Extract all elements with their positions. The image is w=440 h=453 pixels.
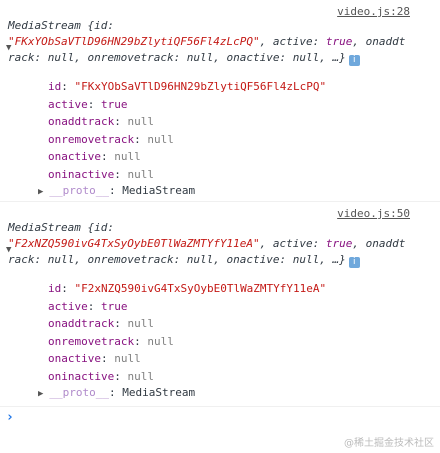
property-list: id: "FKxYObSaVTlD96HN29bZlytiQF56Fl4zLcP…: [48, 78, 326, 183]
property-row: id: "F2xNZQ590ivG4TxSyOybE0TlWaZMTYfY11e…: [48, 282, 327, 295]
preview-id: FKxYObSaVTlD96HN29bZlytiQF56Fl4zLcPQ: [14, 35, 254, 48]
console-message-1: video.js:28 ▼ MediaStream {id: "FKxYObSa…: [0, 0, 440, 202]
property-row: active: true: [48, 97, 128, 111]
proto-row[interactable]: ▶ __proto__: MediaStream: [38, 184, 195, 197]
object-preview[interactable]: ▼ MediaStream {id: "F2xNZQ590ivG4TxSyOyb…: [6, 220, 408, 268]
type-name: MediaStream: [8, 19, 81, 32]
console-message-2: video.js:50 ▼ MediaStream {id: "F2xNZQ59…: [0, 202, 440, 407]
property-row: onaddtrack: null: [48, 115, 154, 128]
triangle-expanded-icon[interactable]: ▼: [6, 40, 11, 56]
watermark: @稀土掘金技术社区: [344, 438, 434, 449]
info-icon: i: [348, 55, 360, 66]
triangle-expanded-icon[interactable]: ▼: [6, 242, 11, 258]
preview-id: F2xNZQ590ivG4TxSyOybE0TlWaZMTYfY11eA: [14, 237, 254, 250]
source-link[interactable]: video.js:50: [337, 207, 410, 220]
property-row: active: true: [48, 299, 128, 313]
property-row: id: "FKxYObSaVTlD96HN29bZlytiQF56Fl4zLcP…: [48, 80, 327, 93]
property-row: onaddtrack: null: [48, 317, 154, 330]
source-link[interactable]: video.js:28: [337, 5, 410, 18]
triangle-collapsed-icon[interactable]: ▶: [38, 389, 43, 399]
info-icon: i: [348, 257, 360, 268]
triangle-collapsed-icon[interactable]: ▶: [38, 187, 43, 197]
property-row: oninactive: null: [48, 369, 154, 383]
property-row: onremovetrack: null: [48, 334, 174, 348]
property-row: oninactive: null: [48, 167, 154, 181]
type-name: MediaStream: [8, 221, 81, 234]
property-list: id: "F2xNZQ590ivG4TxSyOybE0TlWaZMTYfY11e…: [48, 280, 326, 385]
console-prompt-icon[interactable]: ›: [6, 410, 14, 425]
property-row: onremovetrack: null: [48, 132, 174, 146]
object-preview[interactable]: ▼ MediaStream {id: "FKxYObSaVTlD96HN29bZ…: [6, 18, 408, 66]
property-row: onactive: null: [48, 352, 141, 365]
proto-row[interactable]: ▶ __proto__: MediaStream: [38, 386, 195, 399]
property-row: onactive: null: [48, 150, 141, 163]
